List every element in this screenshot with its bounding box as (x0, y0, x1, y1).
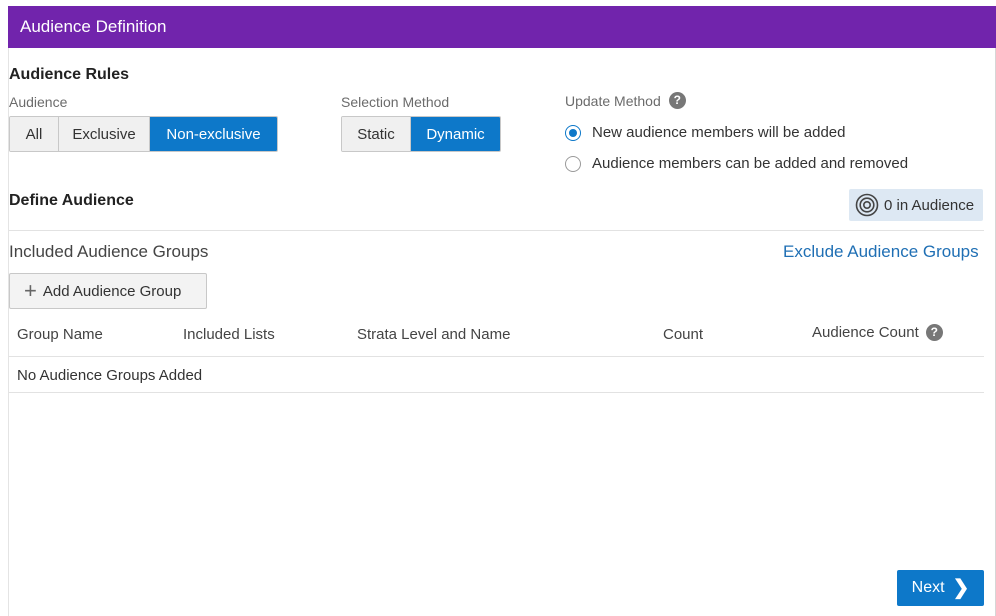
add-audience-group-button[interactable]: + Add Audience Group (9, 273, 207, 309)
define-audience-title: Define Audience (9, 192, 134, 209)
column-header-group-name[interactable]: Group Name (17, 326, 103, 343)
audience-option-non-exclusive[interactable]: Non-exclusive (150, 117, 277, 151)
target-icon (855, 193, 879, 217)
selection-method-label: Selection Method (341, 94, 450, 110)
column-header-included-lists[interactable]: Included Lists (183, 326, 275, 343)
exclude-audience-groups-link[interactable]: Exclude Audience Groups (783, 242, 979, 262)
selection-option-static[interactable]: Static (342, 117, 411, 151)
chevron-right-icon: ❯ (952, 577, 970, 599)
audience-option-all[interactable]: All (10, 117, 59, 151)
page-header: Audience Definition (8, 6, 996, 48)
audience-count-text: 0 in Audience (884, 196, 975, 214)
empty-table-message: No Audience Groups Added (17, 367, 203, 384)
update-option-add-only-label: New audience members will be added (592, 124, 846, 141)
add-audience-group-label: Add Audience Group (42, 282, 182, 300)
page-frame (8, 6, 996, 616)
audience-option-exclusive[interactable]: Exclusive (59, 117, 150, 151)
next-button[interactable]: Next ❯ (897, 570, 984, 606)
update-method-help-icon[interactable]: ? (668, 92, 686, 109)
column-header-strata[interactable]: Strata Level and Name (357, 326, 510, 343)
update-option-add-only[interactable]: New audience members will be added (565, 124, 845, 141)
column-header-audience-count[interactable]: Audience Count (812, 324, 919, 341)
update-option-add-remove-label: Audience members can be added and remove… (592, 155, 909, 172)
audience-segmented-control: All Exclusive Non-exclusive (9, 116, 278, 152)
update-method-header: Update Method ? (565, 92, 686, 109)
column-header-audience-count-wrap: Audience Count ? (812, 324, 943, 341)
next-button-label: Next (911, 579, 945, 596)
plus-icon: + (24, 278, 37, 303)
audience-count-badge: 0 in Audience (849, 189, 983, 221)
update-method-label: Update Method (565, 92, 661, 109)
table-bottom-divider (9, 392, 984, 393)
selection-option-dynamic[interactable]: Dynamic (411, 117, 500, 151)
table-header-divider (9, 356, 984, 357)
radio-checked-icon[interactable] (565, 124, 581, 141)
audience-label: Audience (9, 94, 68, 110)
audience-count-help-icon[interactable]: ? (925, 324, 943, 341)
update-option-add-remove[interactable]: Audience members can be added and remove… (565, 155, 908, 172)
radio-unchecked-icon[interactable] (565, 155, 581, 172)
selection-method-segmented-control: Static Dynamic (341, 116, 501, 152)
section-divider (9, 230, 984, 231)
page-title: Audience Definition (20, 17, 167, 36)
audience-rules-title: Audience Rules (9, 66, 130, 83)
included-groups-heading: Included Audience Groups (9, 242, 209, 261)
column-header-count[interactable]: Count (663, 326, 703, 343)
